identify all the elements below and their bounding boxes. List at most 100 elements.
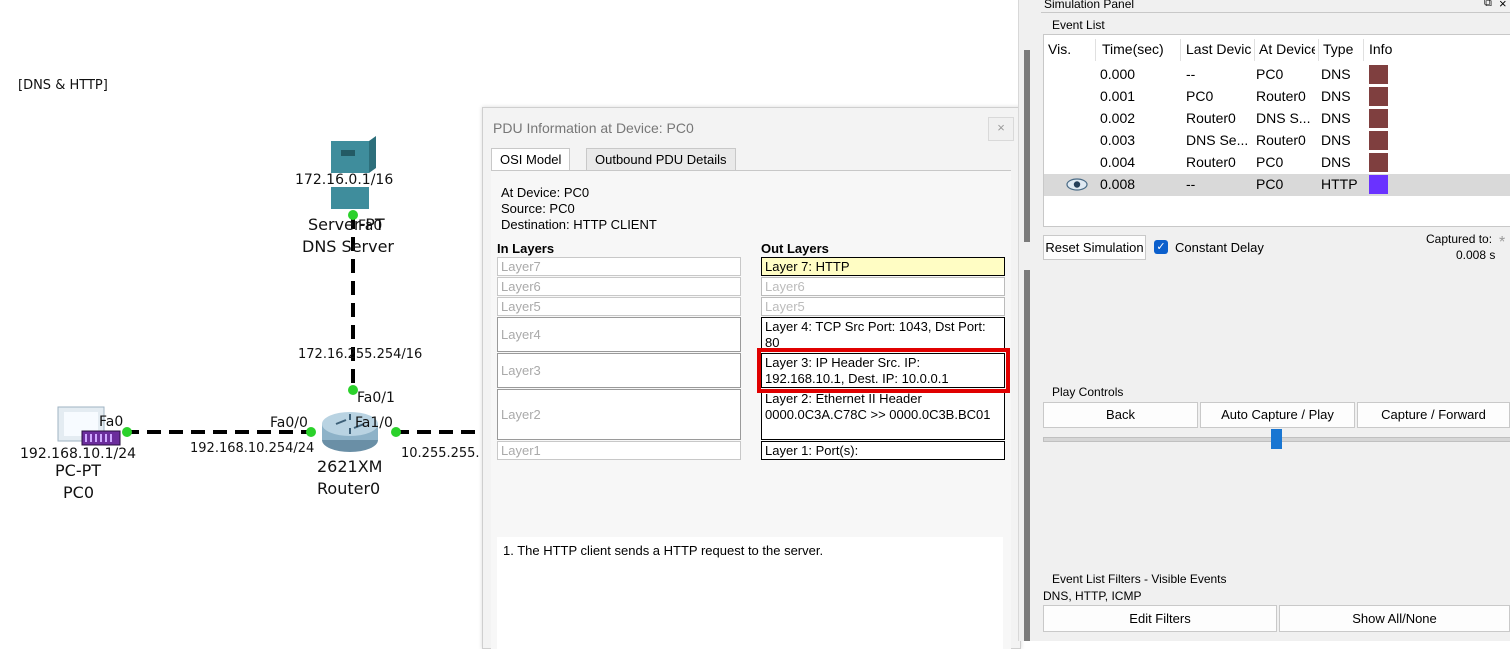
in-layer-3[interactable]: Layer3 (497, 353, 741, 388)
col-vis[interactable]: Vis. (1048, 41, 1071, 57)
edit-filters-button[interactable]: Edit Filters (1043, 605, 1277, 632)
close-icon: × (997, 120, 1005, 135)
event-type: DNS (1321, 110, 1351, 126)
event-row[interactable]: 0.003 DNS Se... Router0 DNS (1044, 130, 1510, 152)
event-last-device: Router0 (1186, 154, 1236, 170)
tab-outbound-pdu-details[interactable]: Outbound PDU Details (586, 148, 736, 172)
title-separator (1041, 12, 1510, 13)
col-last-device[interactable]: Last Device (1186, 41, 1252, 57)
event-last-device: -- (1186, 176, 1196, 192)
restore-icon[interactable]: ⧉ (1484, 0, 1492, 10)
close-button[interactable]: × (988, 117, 1014, 141)
router-fa10-port-label: Fa1/0 (355, 415, 393, 431)
splitter-grip-lower[interactable] (1024, 270, 1030, 641)
event-info-swatch[interactable] (1369, 153, 1388, 172)
auto-capture-play-button[interactable]: Auto Capture / Play (1200, 402, 1355, 428)
play-speed-slider-thumb[interactable] (1271, 429, 1282, 449)
out-layers-header: Out Layers (761, 241, 829, 256)
filters-value: DNS, HTTP, ICMP (1043, 589, 1142, 603)
constant-delay-checkbox[interactable]: ✓ (1154, 240, 1168, 254)
simulation-panel-title: Simulation Panel (1044, 0, 1135, 11)
out-layer-7[interactable]: Layer 7: HTTP (761, 257, 1005, 276)
filters-label: Event List Filters - Visible Events (1052, 572, 1227, 586)
pdu-dialog-title: PDU Information at Device: PC0 (493, 120, 694, 136)
capture-forward-button[interactable]: Capture / Forward (1357, 402, 1510, 428)
destination-text: Destination: HTTP CLIENT (501, 217, 657, 232)
scenario-label: [DNS & HTTP] (18, 78, 108, 93)
event-time: 0.004 (1100, 154, 1136, 170)
event-row-selected[interactable]: 0.008 -- PC0 HTTP (1044, 174, 1510, 196)
osi-model-panel: At Device: PC0 Source: PC0 Destination: … (491, 170, 1011, 649)
out-layer-1[interactable]: Layer 1: Port(s): (761, 441, 1005, 460)
in-layer-6[interactable]: Layer6 (497, 277, 741, 296)
out-layer-2[interactable]: Layer 2: Ethernet II Header 0000.0C3A.C7… (761, 389, 1005, 440)
pc-port-label: Fa0 (99, 414, 124, 430)
reset-simulation-button[interactable]: Reset Simulation (1043, 235, 1146, 260)
event-row[interactable]: 0.001 PC0 Router0 DNS (1044, 86, 1510, 108)
layer-description: 1. The HTTP client sends a HTTP request … (497, 537, 1003, 649)
source-text: Source: PC0 (501, 201, 575, 216)
event-list-table[interactable]: Vis. Time(sec) Last Device At Device Typ… (1043, 34, 1510, 227)
event-at-device: PC0 (1256, 176, 1284, 192)
link-light-pc (122, 427, 132, 437)
out-layer-5[interactable]: Layer5 (761, 297, 1005, 316)
col-info[interactable]: Info (1369, 41, 1392, 57)
pc-model-label: PC-PT (55, 461, 102, 480)
panel-splitter[interactable] (1018, 0, 1039, 641)
show-all-none-button[interactable]: Show All/None (1279, 605, 1510, 632)
event-info-swatch[interactable] (1369, 65, 1388, 84)
col-sep (1095, 39, 1096, 61)
col-sep (1254, 39, 1255, 61)
in-layer-7[interactable]: Layer7 (497, 257, 741, 276)
out-layer-4[interactable]: Layer 4: TCP Src Port: 1043, Dst Port: 8… (761, 317, 1005, 352)
event-row[interactable]: 0.000 -- PC0 DNS (1044, 64, 1510, 86)
event-info-swatch[interactable] (1369, 131, 1388, 150)
router-name-label: Router0 (317, 479, 381, 498)
event-last-device: PC0 (1186, 88, 1214, 104)
event-last-device: Router0 (1186, 110, 1236, 126)
in-layer-1[interactable]: Layer1 (497, 441, 741, 460)
event-at-device: DNS S... (1256, 110, 1311, 126)
col-sep (1363, 39, 1364, 61)
in-layers-header: In Layers (497, 241, 555, 256)
event-info-swatch[interactable] (1369, 175, 1388, 194)
highlight-box (757, 348, 1010, 393)
out-layer-6[interactable]: Layer6 (761, 277, 1005, 296)
splitter-grip-upper[interactable] (1024, 50, 1030, 242)
col-at-device[interactable]: At Device (1259, 41, 1315, 57)
event-at-device: Router0 (1256, 88, 1306, 104)
asterisk-icon: * (1499, 234, 1506, 251)
close-panel-icon[interactable]: × (1499, 0, 1507, 11)
event-last-device: -- (1186, 66, 1196, 82)
event-type: DNS (1321, 88, 1351, 104)
event-last-device: DNS Se... (1186, 132, 1249, 148)
back-button[interactable]: Back (1043, 402, 1198, 428)
server-name-label: DNS Server (302, 237, 394, 256)
eye-icon[interactable] (1066, 178, 1088, 191)
at-device-text: At Device: PC0 (501, 185, 590, 200)
event-type: DNS (1321, 66, 1351, 82)
constant-delay-label: Constant Delay (1175, 240, 1264, 255)
router-fa01-port-label: Fa0/1 (357, 390, 395, 406)
event-info-swatch[interactable] (1369, 109, 1388, 128)
pdu-info-dialog: PDU Information at Device: PC0 × OSI Mod… (482, 107, 1021, 649)
col-type[interactable]: Type (1323, 41, 1353, 57)
event-time: 0.000 (1100, 66, 1136, 82)
server-ip-label: 172.16.0.1/16 (295, 172, 394, 188)
captured-to-label: Captured to: (1426, 232, 1493, 246)
router-model-label: 2621XM (317, 457, 383, 476)
event-row[interactable]: 0.002 Router0 DNS S... DNS (1044, 108, 1510, 130)
col-sep (1318, 39, 1319, 61)
event-info-swatch[interactable] (1369, 87, 1388, 106)
event-type: HTTP (1321, 176, 1358, 192)
event-row[interactable]: 0.004 Router0 PC0 DNS (1044, 152, 1510, 174)
event-type: DNS (1321, 132, 1351, 148)
in-layer-2[interactable]: Layer2 (497, 389, 741, 440)
in-layer-4[interactable]: Layer4 (497, 317, 741, 352)
event-at-device: PC0 (1256, 154, 1284, 170)
col-time[interactable]: Time(sec) (1102, 41, 1164, 57)
in-layer-5[interactable]: Layer5 (497, 297, 741, 316)
col-sep (1180, 39, 1181, 61)
pc-ip-label: 192.168.10.1/24 (20, 446, 137, 462)
event-type: DNS (1321, 154, 1351, 170)
